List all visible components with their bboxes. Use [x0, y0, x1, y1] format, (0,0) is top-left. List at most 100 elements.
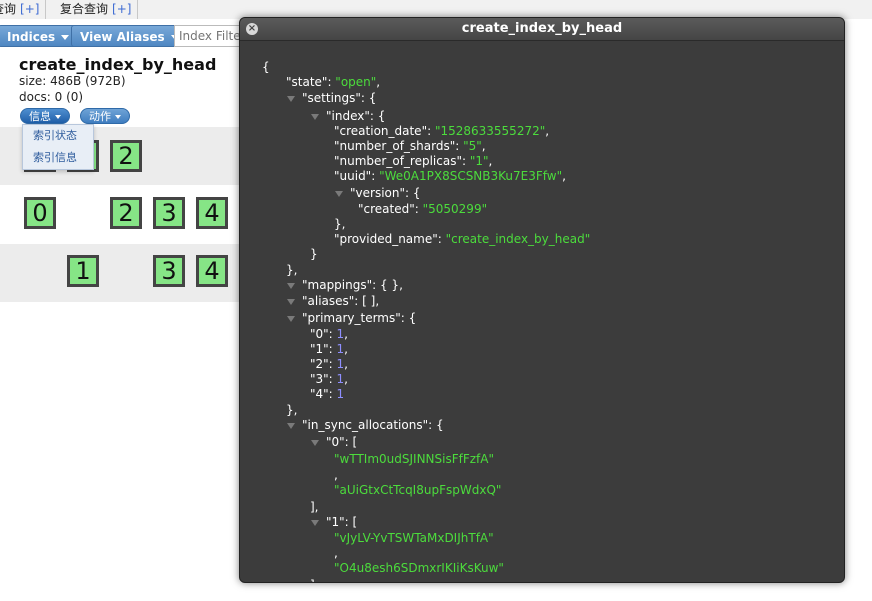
json-line: "aliases": [ ], [302, 294, 380, 308]
json-punct: , [481, 139, 486, 153]
json-key: "1": [310, 342, 337, 356]
json-string: "1528633555272" [434, 124, 546, 138]
json-key: "number_of_replicas": [334, 154, 470, 168]
index-docs: docs: 0 (0) [19, 90, 84, 104]
action-button[interactable]: 动作 [80, 108, 130, 124]
shard-box[interactable]: 4 [196, 197, 228, 229]
json-line: "provided_name": "create_index_by_head" [334, 232, 590, 247]
json-line: "in_sync_allocations": { [302, 418, 444, 432]
index-title: create_index_by_head [19, 55, 217, 74]
json-line: "version": { [350, 186, 421, 200]
json-line: { [262, 60, 270, 74]
json-line: "0": 1, [310, 327, 348, 342]
json-line: }, [334, 217, 346, 231]
json-punct: , [344, 357, 348, 371]
view-aliases-button[interactable]: View Aliases [71, 25, 188, 47]
chevron-down-icon [55, 115, 61, 119]
json-line: "2": 1, [310, 357, 348, 372]
json-string: "vJyLV-YvTSWTaMxDIJhTfA" [334, 531, 494, 545]
json-punct: , [344, 327, 348, 341]
json-number: 1 [336, 387, 345, 401]
json-string: "create_index_by_head" [445, 232, 591, 246]
collapse-toggle-icon[interactable] [287, 423, 295, 429]
shard-box[interactable]: 3 [153, 255, 185, 287]
chevron-down-icon [115, 115, 121, 119]
collapse-toggle-icon[interactable] [287, 283, 295, 289]
tab-query[interactable]: 查询[+] [0, 0, 47, 19]
json-punct: , [488, 154, 493, 168]
json-line: "3": 1, [310, 372, 348, 387]
close-icon[interactable]: × [246, 23, 258, 35]
json-key: "uuid": [334, 169, 380, 183]
collapse-toggle-icon[interactable] [311, 440, 319, 446]
json-line: "uuid": "We0A1PX8SCSNB3Ku7E3Ffw", [334, 169, 566, 184]
json-line: "settings": { [302, 91, 377, 105]
json-string: "1" [469, 154, 489, 168]
collapse-toggle-icon[interactable] [311, 520, 319, 526]
json-string: "5" [463, 139, 482, 153]
json-line: "number_of_shards": "5", [334, 139, 486, 154]
tab-compound-query[interactable]: 复合查询 [+] [54, 0, 139, 19]
json-line: "index": { [326, 109, 386, 123]
json-line: "1": 1, [310, 342, 348, 357]
json-punct: , [545, 124, 550, 138]
json-modal: create_index_by_head × { "state": "open"… [239, 17, 845, 583]
json-punct: , [562, 169, 566, 183]
collapse-toggle-icon[interactable] [335, 191, 343, 197]
shard-box[interactable]: 4 [196, 255, 228, 287]
shard-box[interactable]: 3 [153, 197, 185, 229]
json-punct: , [344, 342, 348, 356]
shard-box[interactable]: 1 [67, 255, 99, 287]
info-dropdown-menu: 索引状态 索引信息 [22, 124, 94, 170]
json-key: "creation_date": [334, 124, 435, 138]
menu-item-index-info[interactable]: 索引信息 [23, 147, 93, 169]
json-key: "0": [310, 327, 337, 341]
info-button[interactable]: 信息 [20, 108, 70, 124]
json-line: "primary_terms": { [302, 311, 417, 325]
json-punct: , [376, 75, 381, 89]
json-line: "created": "5050299" [358, 202, 487, 217]
json-line: "creation_date": "1528633555272", [334, 124, 549, 139]
modal-title: create_index_by_head [240, 18, 844, 41]
json-line: "number_of_replicas": "1", [334, 154, 492, 169]
chevron-down-icon [61, 35, 70, 40]
json-line: "0": [ [326, 435, 358, 449]
index-size: size: 486B (972B) [19, 74, 126, 88]
view-aliases-button-label: View Aliases [80, 30, 165, 44]
action-button-label: 动作 [89, 110, 111, 123]
collapse-toggle-icon[interactable] [287, 316, 295, 322]
json-key: "3": [310, 372, 337, 386]
json-string: "We0A1PX8SCSNB3Ku7E3Ffw" [379, 169, 563, 183]
json-key: "created": [358, 202, 423, 216]
json-string: "wTTIm0udSJINNSisFfFzfA" [334, 452, 495, 466]
shard-box[interactable]: 0 [24, 197, 56, 229]
json-punct: , [334, 468, 338, 482]
tab-query-label: 查询 [0, 2, 17, 16]
json-key: "number_of_shards": [334, 139, 464, 153]
json-line: "4": 1 [310, 387, 344, 402]
shard-box[interactable]: 2 [110, 197, 142, 229]
collapse-toggle-icon[interactable] [287, 96, 295, 102]
json-line: } [310, 247, 318, 261]
json-string: "5050299" [422, 202, 488, 216]
collapse-toggle-icon[interactable] [311, 114, 319, 120]
json-line: }, [286, 263, 298, 277]
json-line: ] [310, 578, 315, 582]
json-string: "O4u8esh6SDmxrIKIiKsKuw" [334, 561, 504, 575]
collapse-toggle-icon[interactable] [287, 299, 295, 305]
json-key: "2": [310, 357, 337, 371]
json-string: "aUiGtxCtTcqI8upFspWdxQ" [334, 483, 502, 497]
menu-item-index-status[interactable]: 索引状态 [23, 125, 93, 147]
json-line: "1": [ [326, 515, 358, 529]
json-key: "4": [310, 387, 337, 401]
tab-compound-query-add[interactable]: [+] [112, 2, 131, 16]
tab-query-add[interactable]: [+] [20, 2, 39, 16]
json-key: "provided_name": [334, 232, 446, 246]
json-viewer: { "state": "open", "settings": { "index"… [240, 41, 844, 582]
indices-button[interactable]: Indices [0, 25, 79, 47]
indices-button-label: Indices [7, 30, 56, 44]
json-punct: , [334, 546, 338, 560]
json-key: "state": [286, 75, 336, 89]
shard-box[interactable]: 2 [110, 140, 142, 172]
json-line: "state": "open", [286, 75, 380, 90]
